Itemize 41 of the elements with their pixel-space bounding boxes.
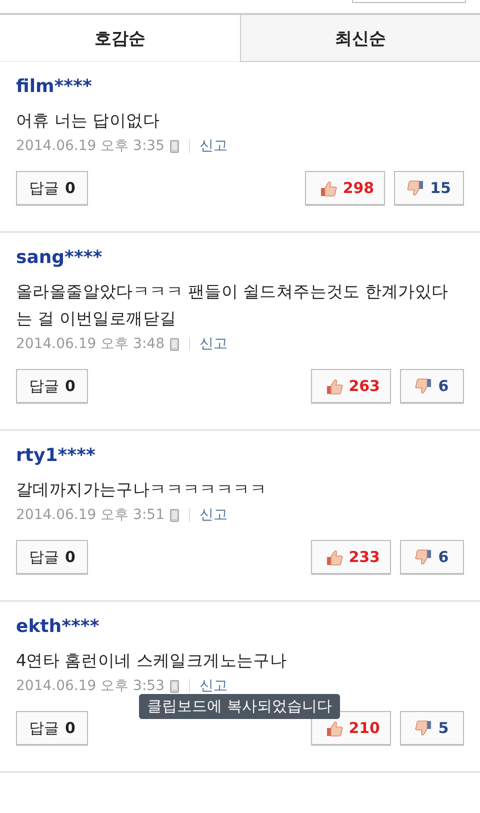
dislike-button[interactable]: 5 xyxy=(400,711,464,745)
dislike-button[interactable]: 15 xyxy=(394,171,464,205)
timestamp: 2014.06.19 오후 3:48 xyxy=(16,335,164,353)
reply-button[interactable]: 답글 0 xyxy=(16,540,88,574)
report-link[interactable]: 신고 xyxy=(200,506,228,524)
phone-icon xyxy=(170,338,178,350)
like-button[interactable]: 263 xyxy=(310,369,391,403)
thumbs-up-icon xyxy=(326,720,343,736)
toast-message: 클립보드에 복사되었습니다 xyxy=(139,694,340,719)
dislike-button[interactable]: 6 xyxy=(400,369,464,403)
phone-icon xyxy=(170,680,178,692)
reply-button[interactable]: 답글 0 xyxy=(16,171,88,205)
timestamp: 2014.06.19 오후 3:35 xyxy=(16,137,164,155)
report-link[interactable]: 신고 xyxy=(200,335,228,353)
timestamp: 2014.06.19 오후 3:51 xyxy=(16,506,164,524)
dislike-button[interactable]: 6 xyxy=(400,540,464,574)
report-link[interactable]: 신고 xyxy=(200,137,228,155)
like-button[interactable]: 233 xyxy=(310,540,391,574)
phone-icon xyxy=(170,140,178,152)
comment-text: 4연타 홈런이네 스케일크게노는구나 xyxy=(16,650,288,672)
thumbs-down-icon xyxy=(415,720,432,736)
thumbs-up-icon xyxy=(326,378,343,394)
username[interactable]: rty1**** xyxy=(16,445,96,466)
comment-text: 어휴 너는 답이없다 xyxy=(16,110,160,132)
report-link[interactable]: 신고 xyxy=(200,677,228,695)
thumbs-down-icon xyxy=(415,548,432,566)
timestamp: 2014.06.19 오후 3:53 xyxy=(16,677,164,695)
reply-button[interactable]: 답글 0 xyxy=(16,711,88,745)
sort-tab[interactable]: 최신순 xyxy=(240,15,480,62)
comment-text: 갈데까지가는구나ㅋㅋㅋㅋㅋㅋㅋ xyxy=(16,479,268,501)
phone-icon xyxy=(170,508,178,522)
thumbs-up-icon xyxy=(326,548,343,566)
thumbs-down-icon xyxy=(415,378,432,394)
thumbs-up-icon xyxy=(320,180,337,196)
username[interactable]: ekth**** xyxy=(16,616,100,637)
comment-text: 올라올줄알았다ㅋㅋㅋ 팬들이 쉴드쳐주는것도 한계가있다는 걸 이번일로깨닫길 xyxy=(16,281,450,330)
thumbs-down-icon xyxy=(407,180,424,196)
reply-button[interactable]: 답글 0 xyxy=(16,369,88,403)
username[interactable]: film**** xyxy=(16,76,92,97)
like-button[interactable]: 298 xyxy=(304,171,386,205)
username[interactable]: sang**** xyxy=(16,247,102,268)
